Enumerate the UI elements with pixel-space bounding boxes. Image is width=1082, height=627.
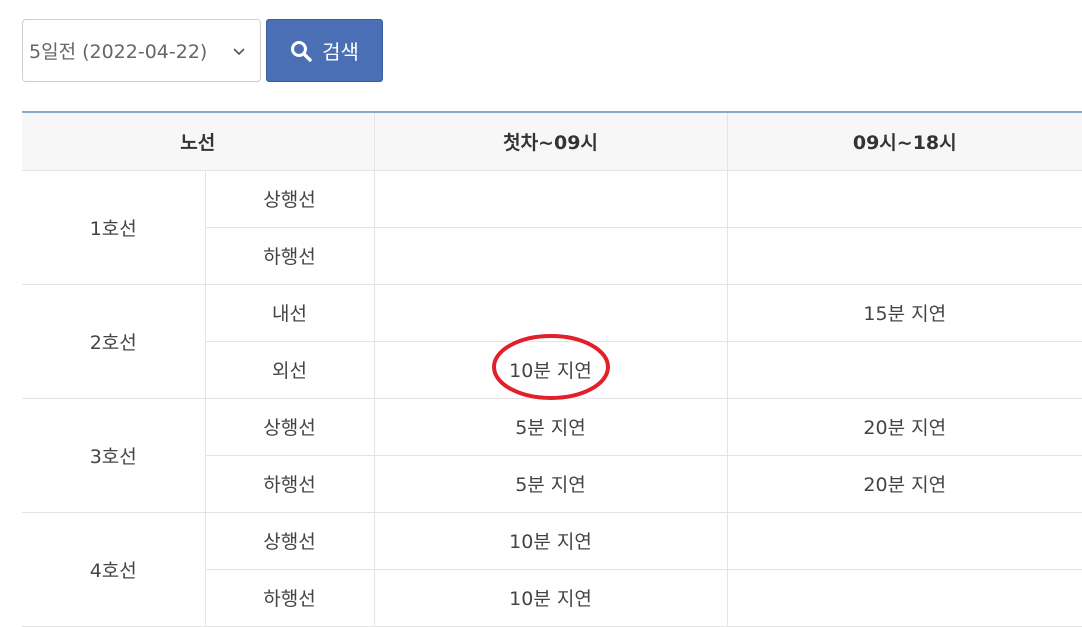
first-to-09-cell: 10분 지연: [373, 569, 727, 627]
chevron-down-icon: [233, 47, 245, 55]
direction-cell: 상행선: [204, 398, 374, 456]
first-to-09-cell: [373, 284, 727, 342]
date-select-value: 5일전 (2022-04-22): [29, 41, 208, 63]
line-name: 3호선: [22, 398, 205, 513]
search-icon: [291, 40, 312, 62]
09-to-18-cell: 15분 지연: [726, 284, 1082, 342]
search-button-label: 검색: [322, 40, 359, 64]
line-name: 1호선: [22, 170, 205, 285]
09-to-18-cell: [726, 341, 1082, 399]
first-to-09-cell: 5분 지연: [373, 398, 727, 456]
09-to-18-cell: [726, 227, 1082, 285]
table-row: 2호선 내선 15분 지연: [22, 284, 1082, 399]
table-row: 4호선 상행선 10분 지연: [22, 512, 1082, 627]
date-select[interactable]: 5일전 (2022-04-22): [22, 19, 261, 82]
highlighted-delay-text: 10분 지연: [509, 360, 592, 382]
direction-cell: 상행선: [204, 512, 374, 570]
direction-cell: 내선: [204, 284, 374, 342]
09-to-18-cell: [726, 569, 1082, 627]
09-to-18-cell: 20분 지연: [726, 455, 1082, 513]
highlighted-delay: 10분 지연: [492, 334, 611, 400]
direction-cell: 외선: [204, 341, 374, 399]
table-row: 3호선 상행선 5분 지연 20분 지연: [22, 398, 1082, 513]
header-line: 노선: [22, 111, 374, 171]
delay-table-container: 노선 첫차~09시 09시~18시 1호선 상행선 하행선 2호선 내선 15분…: [22, 111, 1082, 627]
first-to-09-cell: [373, 170, 727, 228]
direction-cell: 하행선: [204, 455, 374, 513]
line-name: 4호선: [22, 512, 205, 627]
search-button[interactable]: 검색: [266, 19, 383, 82]
header-09-to-18: 09시~18시: [726, 111, 1082, 171]
line-name: 2호선: [22, 284, 205, 399]
direction-cell: 하행선: [204, 227, 374, 285]
09-to-18-cell: 20분 지연: [726, 398, 1082, 456]
first-to-09-cell: 10분 지연: [373, 334, 727, 400]
first-to-09-cell: 5분 지연: [373, 455, 727, 513]
09-to-18-cell: [726, 512, 1082, 570]
first-to-09-cell: [373, 227, 727, 285]
header-first-to-09: 첫차~09시: [373, 111, 727, 171]
table-header-row: 노선 첫차~09시 09시~18시: [22, 111, 1082, 171]
09-to-18-cell: [726, 170, 1082, 228]
toolbar: 5일전 (2022-04-22) 검색: [22, 19, 383, 82]
direction-cell: 하행선: [204, 569, 374, 627]
delay-table: 노선 첫차~09시 09시~18시 1호선 상행선 하행선 2호선 내선 15분…: [22, 111, 1082, 627]
table-row: 1호선 상행선: [22, 170, 1082, 285]
direction-cell: 상행선: [204, 170, 374, 228]
first-to-09-cell: 10분 지연: [373, 512, 727, 570]
